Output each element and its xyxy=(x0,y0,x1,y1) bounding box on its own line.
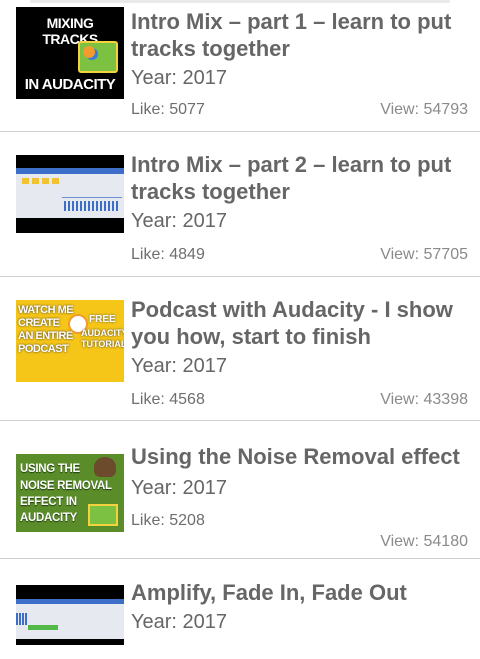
thumbnail-text: IN AUDACITY xyxy=(24,76,116,93)
video-thumbnail[interactable]: USING THE NOISE REMOVAL EFFECT IN AUDACI… xyxy=(16,454,124,532)
free-tutorials-badge xyxy=(78,41,118,73)
screenshot-window xyxy=(16,168,124,218)
video-likes: Like: 4568 xyxy=(131,391,205,408)
video-year: Year: 2017 xyxy=(131,67,228,89)
video-item[interactable]: Intro Mix – part 2 – learn to put tracks… xyxy=(0,132,480,277)
video-likes: Like: 5208 xyxy=(131,512,205,529)
video-thumbnail[interactable]: WATCH ME CREATE AN ENTIRE PODCAST FREE A… xyxy=(16,300,124,382)
video-title[interactable]: Intro Mix – part 2 – learn to put tracks… xyxy=(131,151,468,205)
thumbnail-text: FREE xyxy=(89,314,116,325)
video-title[interactable]: Podcast with Audacity - I show you how, … xyxy=(131,296,468,350)
video-year: Year: 2017 xyxy=(131,477,228,499)
video-item[interactable]: MIXING TRACKS IN AUDACITY Intro Mix – pa… xyxy=(0,0,480,132)
video-thumbnail[interactable]: MIXING TRACKS IN AUDACITY xyxy=(16,7,124,99)
video-thumbnail[interactable] xyxy=(16,585,124,645)
video-item[interactable]: Amplify, Fade In, Fade Out Year: 2017 xyxy=(0,559,480,659)
thumbnail-text: USING THE xyxy=(20,463,80,475)
free-tutorials-badge xyxy=(88,504,118,526)
video-views: View: 54180 xyxy=(380,533,468,550)
video-likes: Like: 4849 xyxy=(131,246,205,263)
thumbnail-text: AUDACITY TUTORIALS xyxy=(81,328,124,349)
video-title[interactable]: Intro Mix – part 1 – learn to put tracks… xyxy=(131,8,468,62)
thumbnail-text: NOISE REMOVAL xyxy=(20,480,112,492)
video-thumbnail[interactable] xyxy=(16,155,124,233)
screenshot-window xyxy=(16,599,124,639)
video-year: Year: 2017 xyxy=(131,355,228,377)
video-item[interactable]: WATCH ME CREATE AN ENTIRE PODCAST FREE A… xyxy=(0,277,480,421)
video-views: View: 43398 xyxy=(380,391,468,408)
video-year: Year: 2017 xyxy=(131,210,228,232)
video-item[interactable]: USING THE NOISE REMOVAL EFFECT IN AUDACI… xyxy=(0,421,480,559)
video-title[interactable]: Amplify, Fade In, Fade Out xyxy=(131,579,468,606)
video-list: MIXING TRACKS IN AUDACITY Intro Mix – pa… xyxy=(0,0,480,659)
video-likes: Like: 5077 xyxy=(131,101,205,118)
video-views: View: 54793 xyxy=(380,101,468,118)
video-title[interactable]: Using the Noise Removal effect xyxy=(131,443,468,470)
thumbnail-text: WATCH ME CREATE AN ENTIRE PODCAST xyxy=(18,304,74,355)
video-views: View: 57705 xyxy=(380,246,468,263)
